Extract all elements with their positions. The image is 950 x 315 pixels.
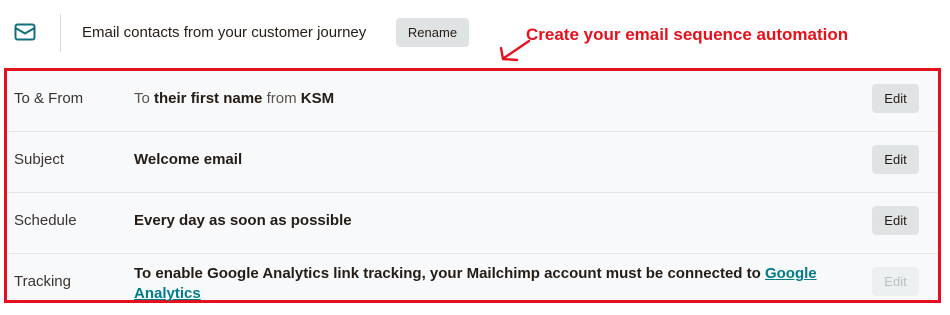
edit-to-from-button[interactable]: Edit xyxy=(872,84,919,113)
subject-label: Subject xyxy=(14,151,65,168)
to-prefix: To xyxy=(134,90,150,107)
subject-text: Welcome email xyxy=(134,151,243,168)
email-settings-table: To & From To their first name from KSM E… xyxy=(4,68,941,303)
header-divider xyxy=(60,14,61,52)
schedule-value: Every day as soon as possible xyxy=(134,212,352,230)
rename-button[interactable]: Rename xyxy=(396,18,469,47)
page-title: Email contacts from your customer journe… xyxy=(82,24,367,41)
edit-schedule-button[interactable]: Edit xyxy=(872,206,919,235)
sender-value: KSM xyxy=(300,90,335,107)
subject-value: Welcome email xyxy=(134,151,242,169)
to-from-label: To & From xyxy=(14,90,84,107)
to-from-row: To & From To their first name from KSM E… xyxy=(7,71,938,132)
schedule-row: Schedule Every day as soon as possible E… xyxy=(7,193,938,254)
tracking-value: To enable Google Analytics link tracking… xyxy=(134,264,834,304)
subject-row: Subject Welcome email Edit xyxy=(7,132,938,193)
from-prefix: from xyxy=(266,90,297,107)
edit-subject-button[interactable]: Edit xyxy=(872,145,919,174)
to-from-value: To their first name from KSM xyxy=(134,90,334,108)
schedule-text: Every day as soon as possible xyxy=(134,212,352,229)
annotation-arrow-icon xyxy=(499,39,531,62)
tracking-row: Tracking To enable Google Analytics link… xyxy=(7,254,938,315)
schedule-label: Schedule xyxy=(14,212,77,229)
annotation-text: Create your email sequence automation xyxy=(526,25,849,44)
tracking-text: To enable Google Analytics link tracking… xyxy=(134,265,761,282)
tracking-label: Tracking xyxy=(14,273,71,290)
edit-tracking-button[interactable]: Edit xyxy=(872,267,919,296)
mail-icon xyxy=(14,23,36,41)
recipient-value: their first name xyxy=(154,90,263,107)
